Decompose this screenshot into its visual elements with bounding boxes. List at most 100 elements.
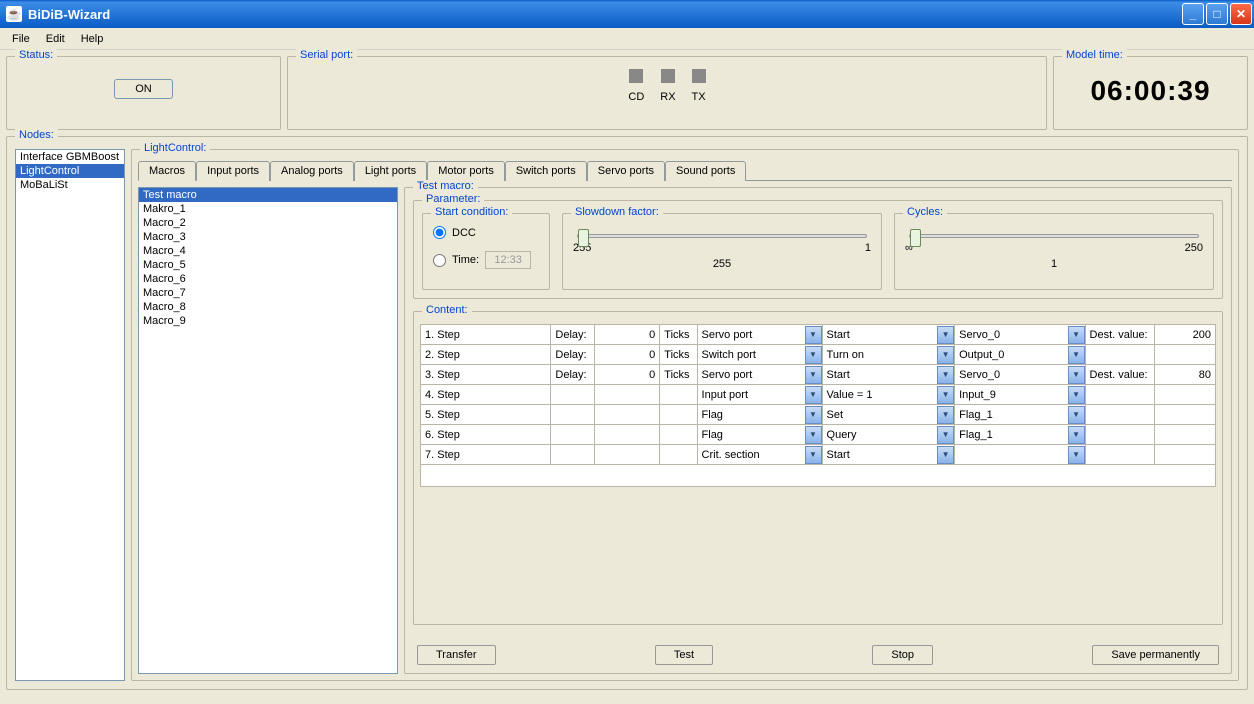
minimize-button[interactable]: _ xyxy=(1182,3,1204,25)
tab-motor-ports[interactable]: Motor ports xyxy=(427,161,505,181)
macro-item[interactable]: Macro_5 xyxy=(139,258,397,272)
macro-item[interactable]: Macro_2 xyxy=(139,216,397,230)
chevron-down-icon[interactable]: ▼ xyxy=(805,426,822,444)
chevron-down-icon[interactable]: ▼ xyxy=(805,446,822,464)
chevron-down-icon[interactable]: ▼ xyxy=(937,366,954,384)
select-cell[interactable]: Set▼ xyxy=(823,405,955,424)
select-cell[interactable]: Start▼ xyxy=(823,445,955,464)
select-cell[interactable]: Servo_0▼ xyxy=(955,325,1084,344)
chevron-down-icon[interactable]: ▼ xyxy=(937,346,954,364)
macro-item[interactable]: Macro_6 xyxy=(139,272,397,286)
select-cell[interactable]: Start▼ xyxy=(823,325,955,344)
chevron-down-icon[interactable]: ▼ xyxy=(1068,366,1085,384)
select-cell[interactable]: Value = 1▼ xyxy=(823,385,955,404)
model-time-fieldset: Model time: 06:00:39 xyxy=(1053,56,1248,130)
save-button[interactable]: Save permanently xyxy=(1092,645,1219,665)
tab-macros[interactable]: Macros xyxy=(138,161,196,181)
node-item[interactable]: Interface GBMBoost xyxy=(16,150,124,164)
tab-analog-ports[interactable]: Analog ports xyxy=(270,161,354,181)
macro-list[interactable]: Test macroMakro_1Macro_2Macro_3Macro_4Ma… xyxy=(138,187,398,674)
radio-time-label: Time: xyxy=(452,254,479,266)
select-cell[interactable]: Flag_1▼ xyxy=(955,425,1084,444)
chevron-down-icon[interactable]: ▼ xyxy=(1068,446,1085,464)
select-cell[interactable]: Query▼ xyxy=(823,425,955,444)
cycles-slider[interactable] xyxy=(909,234,1199,238)
tab-light-ports[interactable]: Light ports xyxy=(354,161,427,181)
step-cell: 5. Step xyxy=(421,405,550,424)
chevron-down-icon[interactable]: ▼ xyxy=(805,346,822,364)
dest-input[interactable] xyxy=(1155,328,1215,342)
chevron-down-icon[interactable]: ▼ xyxy=(1068,326,1085,344)
macro-item[interactable]: Macro_8 xyxy=(139,300,397,314)
tab-sound-ports[interactable]: Sound ports xyxy=(665,161,746,181)
select-cell[interactable]: Input_9▼ xyxy=(955,385,1084,404)
chevron-down-icon[interactable]: ▼ xyxy=(937,446,954,464)
slowdown-thumb[interactable] xyxy=(578,229,589,247)
chevron-down-icon[interactable]: ▼ xyxy=(937,406,954,424)
macro-item[interactable]: Test macro xyxy=(139,188,397,202)
delay-input[interactable] xyxy=(595,348,659,362)
chevron-down-icon[interactable]: ▼ xyxy=(805,386,822,404)
chevron-down-icon[interactable]: ▼ xyxy=(937,326,954,344)
on-button[interactable]: ON xyxy=(114,79,173,99)
select-cell[interactable]: Output_0▼ xyxy=(955,345,1084,364)
cycles-thumb[interactable] xyxy=(910,229,921,247)
select-cell[interactable]: ▼ xyxy=(955,445,1084,464)
node-item[interactable]: LightControl xyxy=(16,164,124,178)
slowdown-fieldset: Slowdown factor: 255 1 255 xyxy=(562,213,882,290)
serial-cd: CD xyxy=(628,69,644,103)
macro-item[interactable]: Macro_4 xyxy=(139,244,397,258)
chevron-down-icon[interactable]: ▼ xyxy=(1068,346,1085,364)
select-cell[interactable]: Turn on▼ xyxy=(823,345,955,364)
select-cell[interactable]: Flag_1▼ xyxy=(955,405,1084,424)
test-button[interactable]: Test xyxy=(655,645,713,665)
cd-led xyxy=(629,69,643,83)
select-cell[interactable]: Switch port▼ xyxy=(698,345,822,364)
delay-input[interactable] xyxy=(595,328,659,342)
tab-servo-ports[interactable]: Servo ports xyxy=(587,161,665,181)
select-cell[interactable]: Input port▼ xyxy=(698,385,822,404)
menu-edit[interactable]: Edit xyxy=(38,31,73,47)
macro-item[interactable]: Macro_9 xyxy=(139,314,397,328)
radio-dcc[interactable] xyxy=(433,226,446,239)
chevron-down-icon[interactable]: ▼ xyxy=(937,426,954,444)
close-button[interactable]: ✕ xyxy=(1230,3,1252,25)
select-cell[interactable]: Crit. section▼ xyxy=(698,445,822,464)
chevron-down-icon[interactable]: ▼ xyxy=(1068,426,1085,444)
delay-input[interactable] xyxy=(595,368,659,382)
stop-button[interactable]: Stop xyxy=(872,645,933,665)
macro-item[interactable]: Makro_1 xyxy=(139,202,397,216)
step-cell: 4. Step xyxy=(421,385,550,404)
select-cell[interactable]: Start▼ xyxy=(823,365,955,384)
menu-help[interactable]: Help xyxy=(73,31,112,47)
macro-item[interactable]: Macro_7 xyxy=(139,286,397,300)
slowdown-slider[interactable] xyxy=(577,234,867,238)
chevron-down-icon[interactable]: ▼ xyxy=(1068,386,1085,404)
chevron-down-icon[interactable]: ▼ xyxy=(805,366,822,384)
chevron-down-icon[interactable]: ▼ xyxy=(805,326,822,344)
select-cell[interactable]: Flag▼ xyxy=(698,405,822,424)
chevron-down-icon[interactable]: ▼ xyxy=(1068,406,1085,424)
node-item[interactable]: MoBaLiSt xyxy=(16,178,124,192)
macro-detail: Test macro: Parameter: Start condition: xyxy=(404,187,1232,674)
menu-file[interactable]: File xyxy=(4,31,38,47)
serial-tx: TX xyxy=(692,69,706,103)
node-list[interactable]: Interface GBMBoostLightControlMoBaLiSt xyxy=(15,149,125,681)
dest-input[interactable] xyxy=(1155,368,1215,382)
time-input[interactable] xyxy=(485,251,531,269)
select-cell[interactable]: Servo_0▼ xyxy=(955,365,1084,384)
chevron-down-icon[interactable]: ▼ xyxy=(805,406,822,424)
chevron-down-icon[interactable]: ▼ xyxy=(937,386,954,404)
radio-time[interactable] xyxy=(433,254,446,267)
tab-input-ports[interactable]: Input ports xyxy=(196,161,270,181)
transfer-button[interactable]: Transfer xyxy=(417,645,496,665)
tab-switch-ports[interactable]: Switch ports xyxy=(505,161,587,181)
macro-item[interactable]: Macro_3 xyxy=(139,230,397,244)
select-cell[interactable]: Servo port▼ xyxy=(698,325,822,344)
window-controls: _ □ ✕ xyxy=(1182,3,1252,25)
maximize-button[interactable]: □ xyxy=(1206,3,1228,25)
select-cell[interactable]: Flag▼ xyxy=(698,425,822,444)
content-table: 1. StepDelay:TicksServo port▼Start▼Servo… xyxy=(420,324,1216,487)
step-cell: 7. Step xyxy=(421,445,550,464)
select-cell[interactable]: Servo port▼ xyxy=(698,365,822,384)
